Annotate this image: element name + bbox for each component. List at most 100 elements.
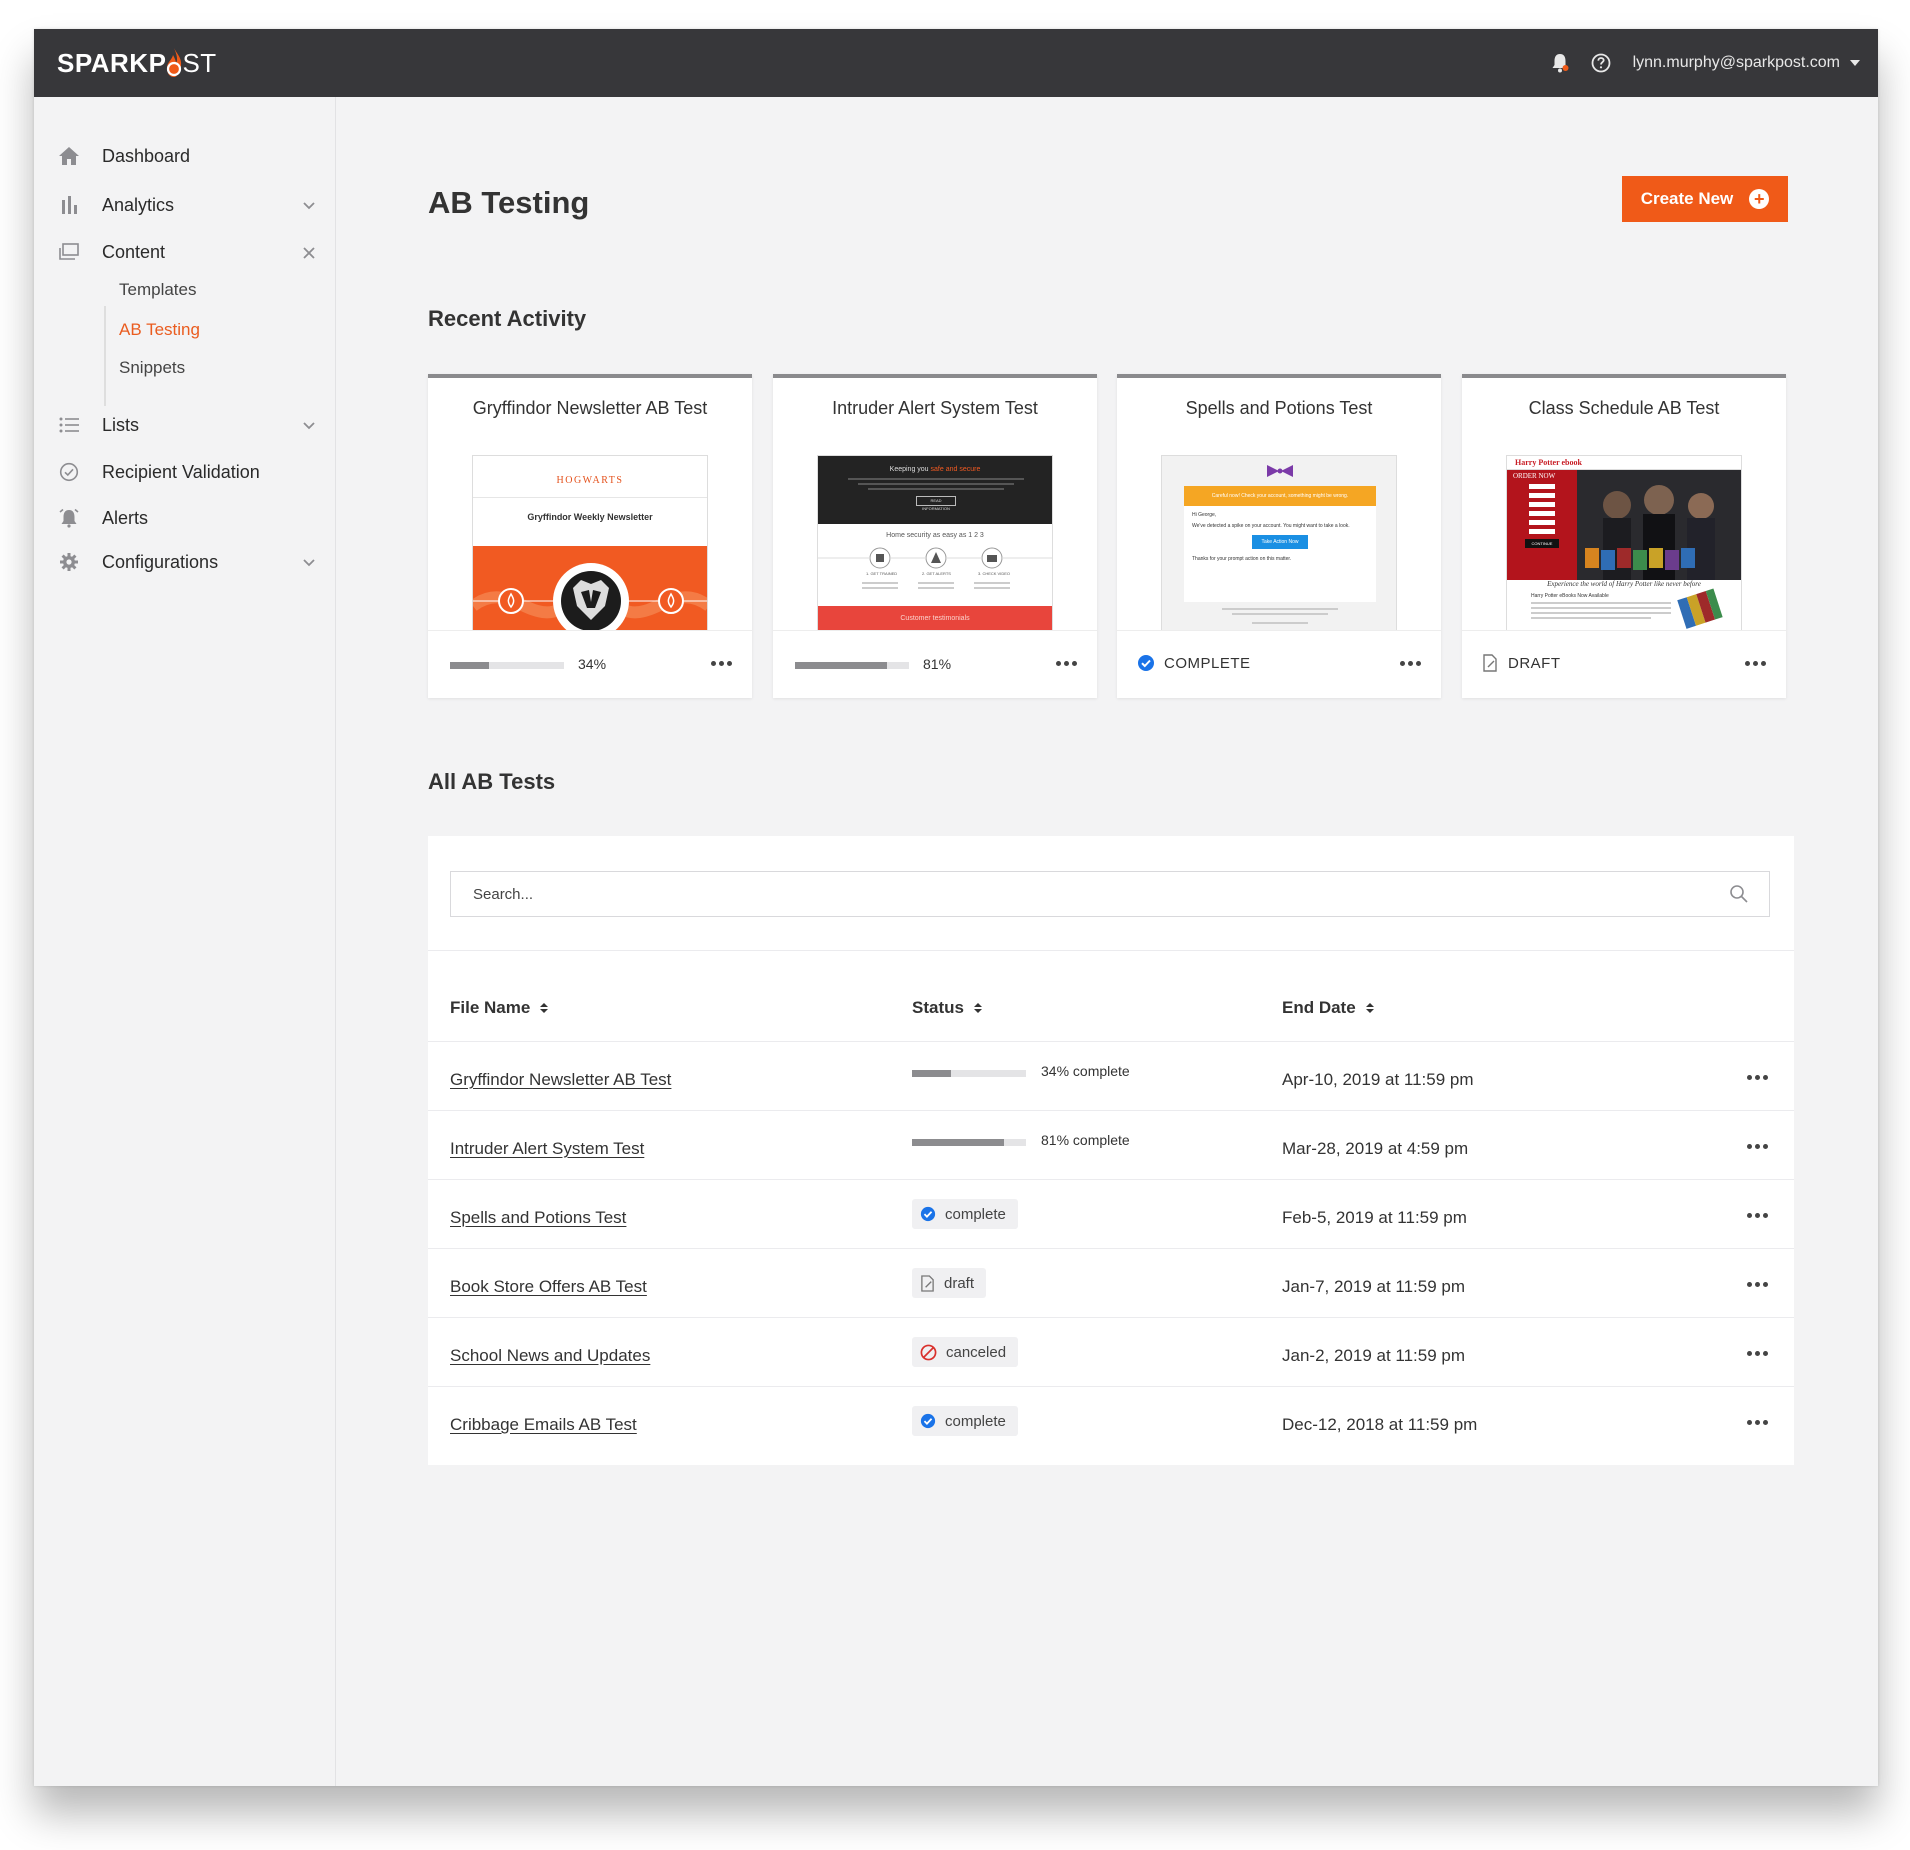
card-footer: 34% [428, 630, 752, 698]
search-input[interactable]: Search... [450, 871, 1770, 917]
app-window: SPARKP ST lynn.murphy@sparkpost.com Dash… [34, 29, 1878, 1786]
email-thumbnail[interactable]: Harry Potter ebook ORDER NOW CONTINUE Ex… [1506, 455, 1742, 631]
card-status-text: DRAFT [1508, 654, 1561, 672]
end-date: Apr-10, 2019 at 11:59 pm [1282, 1070, 1474, 1089]
card-title[interactable]: Class Schedule AB Test [1462, 398, 1786, 419]
sidebar-item-lists[interactable]: Lists [56, 410, 316, 440]
sidebar: Dashboard Analytics Content Templates AB… [34, 97, 336, 1786]
more-options-icon[interactable] [711, 661, 732, 666]
more-options-icon[interactable] [1747, 1213, 1768, 1218]
sidebar-item-configurations[interactable]: Configurations [56, 547, 316, 577]
sidebar-label: Content [102, 241, 166, 262]
more-options-icon[interactable] [1745, 661, 1766, 666]
thumb-orange-banner [473, 546, 707, 630]
thumb-thanks: Thanks for your prompt action on this ma… [1192, 556, 1292, 562]
file-name-link[interactable]: Gryffindor Newsletter AB Test [450, 1070, 671, 1090]
progress-text: 81% complete [1041, 1132, 1130, 1148]
more-options-icon[interactable] [1747, 1420, 1768, 1425]
sidebar-subitem-ab-testing[interactable]: AB Testing [104, 316, 304, 344]
thumb-hero: ORDER NOW CONTINUE [1507, 470, 1741, 580]
more-options-icon[interactable] [1400, 661, 1421, 666]
file-name-link[interactable]: Intruder Alert System Test [450, 1139, 644, 1159]
chevron-down-icon[interactable] [302, 197, 316, 218]
status-badge: complete [912, 1406, 1018, 1436]
thumb-col1: 1. GET TRAINED [866, 571, 898, 576]
sort-icon [973, 1003, 982, 1013]
file-name-link[interactable]: Cribbage Emails AB Test [450, 1415, 637, 1435]
search-placeholder: Search... [473, 885, 534, 903]
page-title: AB Testing [428, 185, 590, 220]
card-footer: DRAFT [1462, 630, 1786, 698]
card-title[interactable]: Spells and Potions Test [1117, 398, 1441, 419]
user-menu-caret-icon[interactable] [1850, 60, 1860, 66]
list-icon [56, 413, 82, 437]
card-title[interactable]: Intruder Alert System Test [773, 398, 1097, 419]
thumb-order: ORDER NOW [1513, 472, 1556, 480]
more-options-icon[interactable] [1747, 1144, 1768, 1149]
progress-bar [795, 662, 909, 669]
thumb-email-body: Careful now! Check your account, somethi… [1184, 486, 1376, 602]
email-thumbnail[interactable]: HOGWARTS Gryffindor Weekly Newsletter [472, 455, 708, 631]
user-email[interactable]: lynn.murphy@sparkpost.com [1633, 54, 1840, 72]
more-options-icon[interactable] [1747, 1075, 1768, 1080]
thumb-banner: Careful now! Check your account, somethi… [1184, 486, 1376, 506]
draft-document-icon [1483, 654, 1497, 672]
close-icon[interactable] [302, 244, 316, 265]
chevron-down-icon[interactable] [302, 554, 316, 575]
all-ab-tests-heading: All AB Tests [428, 769, 556, 794]
sidebar-label: Lists [102, 414, 140, 435]
card-footer: 81% [773, 630, 1097, 698]
sidebar-subitem-snippets[interactable]: Snippets [104, 354, 304, 382]
draft-document-icon [920, 1274, 935, 1292]
column-header-status[interactable]: Status [912, 998, 982, 1018]
recent-card[interactable]: Gryffindor Newsletter AB Test HOGWARTS G… [428, 374, 752, 698]
email-thumbnail[interactable]: Careful now! Check your account, somethi… [1161, 455, 1397, 631]
end-date: Dec-12, 2018 at 11:59 pm [1282, 1415, 1478, 1434]
sidebar-item-dashboard[interactable]: Dashboard [56, 141, 316, 171]
sidebar-subitem-templates[interactable]: Templates [104, 276, 304, 304]
table-row: Intruder Alert System Test 81% complete … [428, 1110, 1794, 1180]
more-options-icon[interactable] [1747, 1282, 1768, 1287]
more-options-icon[interactable] [1747, 1351, 1768, 1356]
create-new-button[interactable]: Create New + [1622, 176, 1788, 222]
chevron-down-icon[interactable] [302, 417, 316, 438]
thumb-headline: Gryffindor Weekly Newsletter [527, 512, 653, 522]
recent-card[interactable]: Spells and Potions Test Careful now! Che… [1117, 374, 1441, 698]
sidebar-item-analytics[interactable]: Analytics [56, 190, 316, 220]
bell-icon[interactable] [1551, 53, 1569, 73]
top-right-controls: lynn.murphy@sparkpost.com [1551, 29, 1860, 97]
sidebar-label: Configurations [102, 551, 219, 572]
more-options-icon[interactable] [1056, 661, 1077, 666]
column-header-end-date[interactable]: End Date [1282, 998, 1374, 1018]
search-icon[interactable] [1729, 884, 1749, 908]
thumb-continue: CONTINUE [1525, 539, 1559, 548]
end-date: Jan-2, 2019 at 11:59 pm [1282, 1346, 1466, 1365]
thumb-dark-header: Keeping you safe and secure READ INFORMA… [818, 456, 1052, 524]
sparkpost-logo[interactable]: SPARKP ST [57, 47, 217, 79]
thumb-button: Take Action Now [1252, 535, 1308, 549]
recent-card[interactable]: Intruder Alert System Test Keeping you s… [773, 374, 1097, 698]
sidebar-item-content[interactable]: Content [56, 237, 316, 267]
column-header-file-name[interactable]: File Name [450, 998, 549, 1018]
home-icon [56, 144, 82, 168]
file-name-link[interactable]: Spells and Potions Test [450, 1208, 626, 1228]
table-row: Gryffindor Newsletter AB Test 34% comple… [428, 1041, 1794, 1111]
logo-text-left: SPARKP [57, 47, 167, 78]
status-badge: complete [912, 1199, 1018, 1229]
sidebar-item-recipient-validation[interactable]: Recipient Validation [56, 457, 316, 487]
thumb-button: READ INFORMATION [916, 496, 956, 511]
file-name-link[interactable]: School News and Updates [450, 1346, 650, 1366]
panel-divider [428, 950, 1794, 951]
create-new-label: Create New [1640, 189, 1734, 208]
thumb-brand: Harry Potter ebook [1507, 456, 1741, 470]
sort-icon [540, 1003, 549, 1013]
help-icon[interactable] [1591, 53, 1611, 73]
main-content: AB Testing Create New + Recent Activity … [336, 97, 1878, 1786]
email-thumbnail[interactable]: Keeping you safe and secure READ INFORMA… [817, 455, 1053, 631]
file-name-link[interactable]: Book Store Offers AB Test [450, 1277, 647, 1297]
card-title[interactable]: Gryffindor Newsletter AB Test [428, 398, 752, 419]
recent-card[interactable]: Class Schedule AB Test Harry Potter eboo… [1462, 374, 1786, 698]
sidebar-item-alerts[interactable]: Alerts [56, 503, 316, 533]
card-status-text: COMPLETE [1164, 654, 1251, 672]
status-badge: canceled [912, 1337, 1019, 1367]
